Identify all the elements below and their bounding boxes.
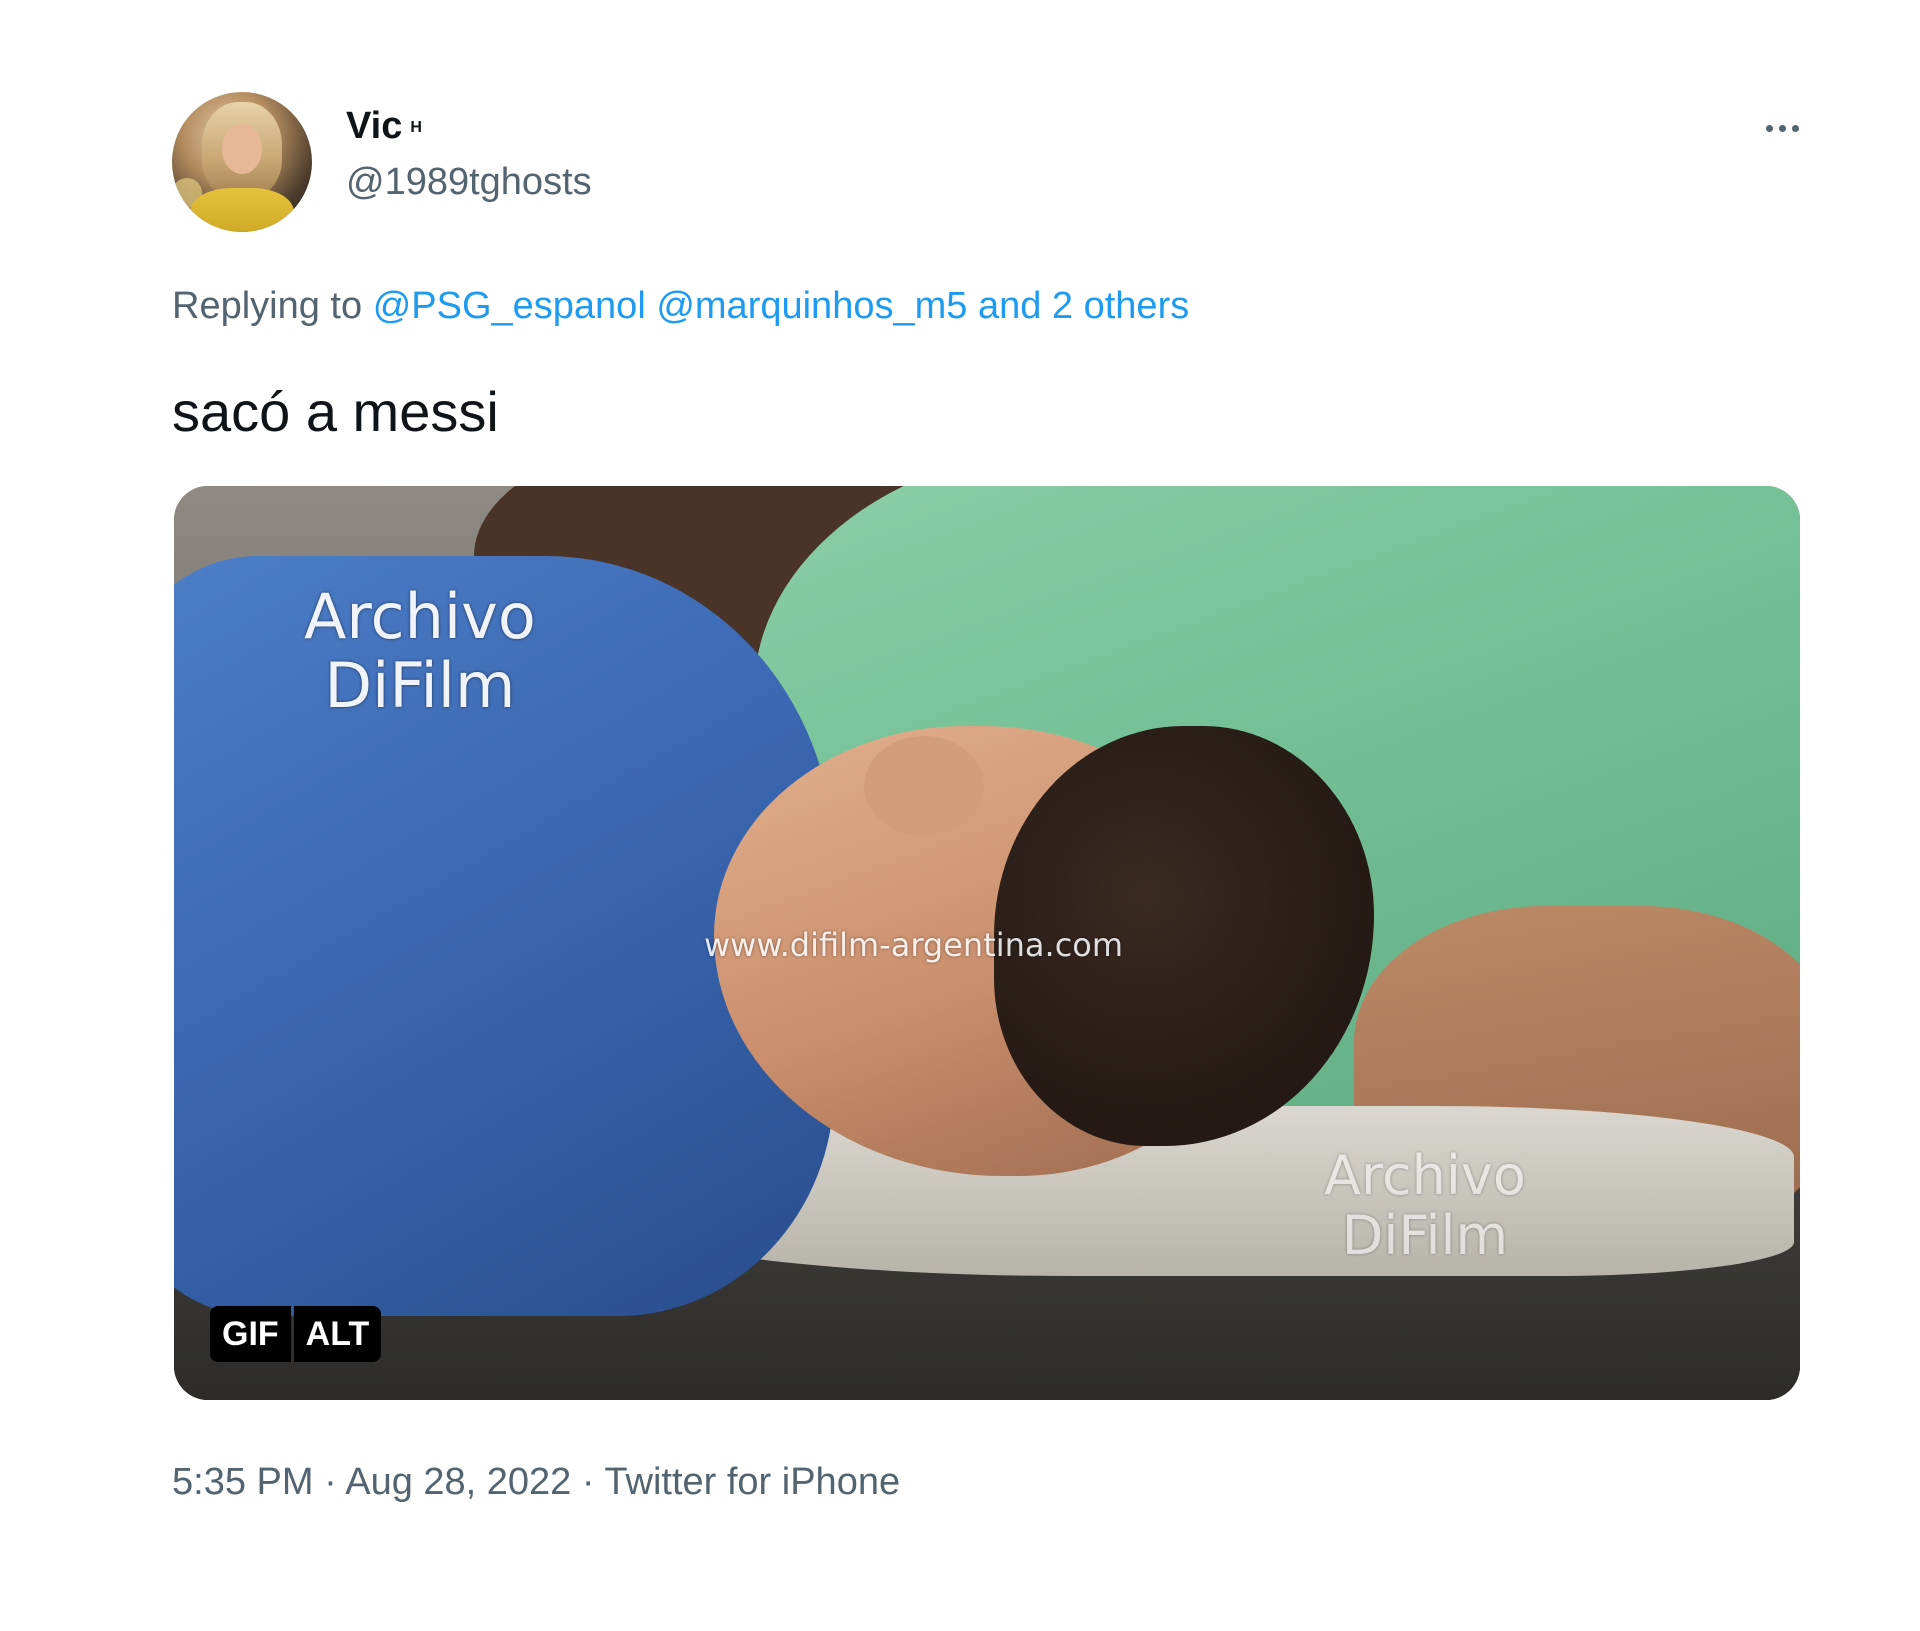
tweet-meta: 5:35 PM · Aug 28, 2022 · Twitter for iPh… xyxy=(172,1458,900,1506)
media-gif[interactable]: Archivo DiFilm www.difilm-argentina.com … xyxy=(174,486,1800,1400)
mention-link-marquinhos[interactable]: @marquinhos_m5 xyxy=(656,285,967,327)
tweet-source[interactable]: Twitter for iPhone xyxy=(604,1461,900,1503)
user-handle[interactable]: @1989tghosts xyxy=(346,158,592,206)
more-horizontal-icon xyxy=(1765,124,1773,132)
replying-to-label: Replying to xyxy=(172,285,363,327)
author-block: Vic H @1989tghosts xyxy=(346,104,592,206)
more-horizontal-icon xyxy=(1791,124,1799,132)
watermark-url: www.difilm-argentina.com xyxy=(704,926,1124,964)
mention-others-link[interactable]: and 2 others xyxy=(978,285,1189,327)
avatar-shirt xyxy=(190,188,294,232)
watermark-top-line1: Archivo xyxy=(304,580,536,653)
watermark-bottom: Archivo DiFilm xyxy=(1324,1144,1526,1268)
meta-separator: · xyxy=(324,1461,337,1503)
alt-text-badge[interactable]: ALT xyxy=(293,1306,382,1362)
tweet-date[interactable]: Aug 28, 2022 xyxy=(345,1461,571,1503)
media-badges: GIF ALT xyxy=(210,1306,382,1362)
avatar-face xyxy=(222,124,262,174)
more-options-button[interactable] xyxy=(1752,112,1812,144)
more-horizontal-icon xyxy=(1778,124,1786,132)
avatar[interactable] xyxy=(172,92,312,232)
gif-badge: GIF xyxy=(210,1306,291,1362)
tweet-timestamp[interactable]: 5:35 PM xyxy=(172,1461,314,1503)
meta-separator: · xyxy=(581,1461,595,1503)
watermark-top: Archivo DiFilm xyxy=(304,582,536,721)
tweet-text: sacó a messi xyxy=(172,380,499,443)
display-name[interactable]: Vic H xyxy=(346,104,592,148)
watermark-bottom-line2: DiFilm xyxy=(1341,1204,1509,1268)
watermark-bottom-line1: Archivo xyxy=(1324,1144,1526,1207)
watermark-top-line2: DiFilm xyxy=(324,649,516,723)
display-name-superscript: H xyxy=(410,119,422,136)
reply-context: Replying to @PSG_espanol @marquinhos_m5 … xyxy=(172,282,1189,330)
tweet: Vic H @1989tghosts Replying to @PSG_espan… xyxy=(0,0,1920,1631)
media-figure-ear xyxy=(864,736,984,836)
display-name-text: Vic xyxy=(346,105,403,147)
mention-link-psg-espanol[interactable]: @PSG_espanol xyxy=(373,285,646,327)
